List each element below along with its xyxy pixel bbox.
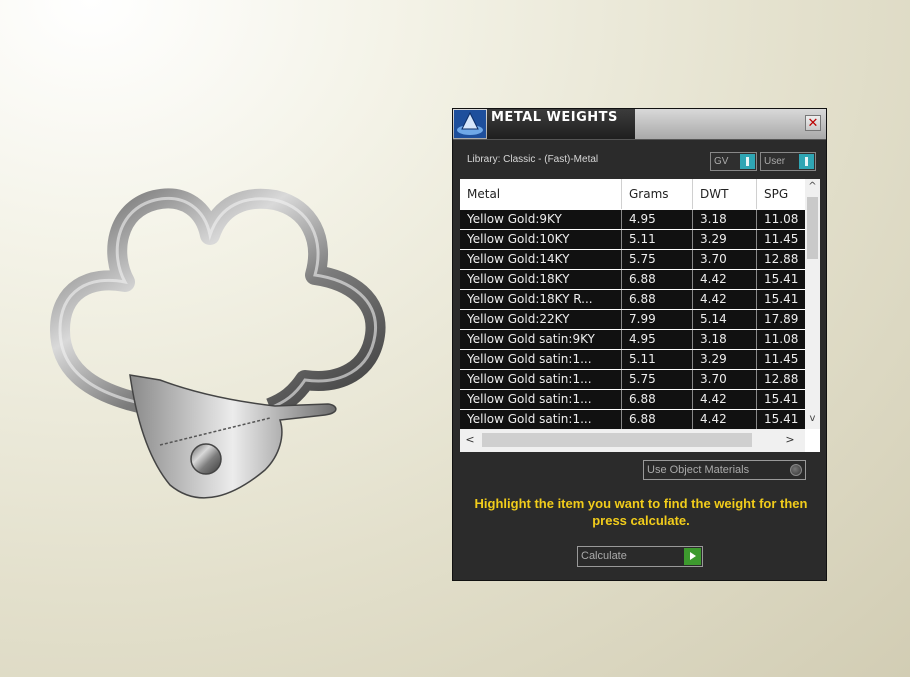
metal-cell: Yellow Gold:9KY: [460, 210, 622, 229]
spg-cell: 11.45: [764, 352, 799, 366]
calculate-label: Calculate: [581, 550, 627, 562]
scroll-right-icon[interactable]: >: [782, 432, 798, 448]
table-row[interactable]: Yellow Gold:9KY 4.95 3.18 11.08: [460, 210, 805, 229]
metal-cell: Yellow Gold satin:1...: [460, 390, 622, 409]
metal-table[interactable]: Metal Grams DWT SPG Yellow Gold:9KY 4.95 3…: [460, 179, 820, 452]
table-row[interactable]: Yellow Gold satin:1... 5.75 3.70 12.88: [460, 370, 805, 389]
spg-cell: 15.41: [764, 412, 799, 426]
scroll-thumb[interactable]: [807, 197, 818, 259]
metal-cell: Yellow Gold:14KY: [460, 250, 622, 269]
table-body: Yellow Gold:9KY 4.95 3.18 11.08 Yellow Gold:…: [460, 209, 805, 429]
toggle-on-icon: [740, 154, 755, 169]
scroll-thumb[interactable]: [482, 433, 752, 447]
grams-cell: 6.88: [622, 270, 693, 289]
metal-cell: Yellow Gold:22KY: [460, 310, 622, 329]
grams-cell: 5.11: [622, 350, 693, 369]
spg-cell: 15.41: [764, 272, 799, 286]
scroll-down-icon[interactable]: v: [805, 411, 820, 427]
scroll-up-icon[interactable]: ^: [805, 179, 820, 195]
grams-cell: 5.75: [622, 250, 693, 269]
use-object-materials-toggle[interactable]: Use Object Materials: [643, 460, 806, 480]
column-header-metal[interactable]: Metal: [460, 179, 622, 209]
user-toggle-label: User: [764, 156, 786, 167]
dwt-cell: 3.29: [693, 350, 757, 369]
metal-cell: Yellow Gold satin:9KY: [460, 330, 622, 349]
close-icon[interactable]: ✕: [805, 115, 821, 131]
panel-titlebar[interactable]: METAL WEIGHTS ✕: [453, 109, 826, 140]
calculate-button[interactable]: Calculate: [577, 546, 703, 567]
spg-cell: 12.88: [764, 252, 799, 266]
clover-clasp-model[interactable]: [40, 180, 400, 530]
dwt-cell: 4.42: [693, 390, 757, 409]
grams-cell: 5.11: [622, 230, 693, 249]
grams-cell: 6.88: [622, 390, 693, 409]
panel-title: METAL WEIGHTS: [491, 110, 618, 125]
grams-cell: 5.75: [622, 370, 693, 389]
dwt-cell: 3.70: [693, 370, 757, 389]
table-row[interactable]: Yellow Gold:22KY 7.99 5.14 17.89: [460, 310, 805, 329]
dwt-cell: 4.42: [693, 270, 757, 289]
scroll-left-icon[interactable]: <: [462, 432, 478, 448]
metal-cell: Yellow Gold satin:1...: [460, 370, 622, 389]
grams-cell: 6.88: [622, 410, 693, 429]
grams-cell: 4.95: [622, 330, 693, 349]
gv-toggle-label: GV: [714, 156, 729, 167]
spg-cell: 11.08: [764, 332, 799, 346]
library-label: Library: Classic - (Fast)-Metal: [467, 154, 599, 165]
horizontal-scrollbar[interactable]: < >: [460, 429, 805, 452]
column-header-spg[interactable]: SPG: [757, 179, 805, 209]
grams-cell: 4.95: [622, 210, 693, 229]
metal-cell: Yellow Gold:18KY R...: [460, 290, 622, 309]
spg-cell: 12.88: [764, 372, 799, 386]
metal-weights-panel: METAL WEIGHTS ✕ Library: Classic - (Fast…: [452, 108, 827, 581]
column-header-dwt[interactable]: DWT: [693, 179, 757, 209]
table-row[interactable]: Yellow Gold:10KY 5.11 3.29 11.45: [460, 230, 805, 249]
spg-cell: 11.08: [764, 212, 799, 226]
dwt-cell: 3.18: [693, 330, 757, 349]
table-row[interactable]: Yellow Gold:14KY 5.75 3.70 12.88: [460, 250, 805, 269]
gv-toggle[interactable]: GV: [710, 152, 757, 171]
spg-cell: 17.89: [764, 312, 799, 326]
rhino-gold-logo-icon: [454, 110, 486, 138]
spg-cell: 15.41: [764, 392, 799, 406]
column-header-grams[interactable]: Grams: [622, 179, 693, 209]
spg-cell: 11.45: [764, 232, 799, 246]
grams-cell: 7.99: [622, 310, 693, 329]
dwt-cell: 3.29: [693, 230, 757, 249]
metal-cell: Yellow Gold:18KY: [460, 270, 622, 289]
table-row[interactable]: Yellow Gold:18KY 6.88 4.42 15.41: [460, 270, 805, 289]
table-row[interactable]: Yellow Gold:18KY R... 6.88 4.42 15.41: [460, 290, 805, 309]
metal-cell: Yellow Gold:10KY: [460, 230, 622, 249]
dwt-cell: 4.42: [693, 410, 757, 429]
table-row[interactable]: Yellow Gold satin:1... 6.88 4.42 15.41: [460, 410, 805, 429]
table-row[interactable]: Yellow Gold satin:1... 5.11 3.29 11.45: [460, 350, 805, 369]
table-header: Metal Grams DWT SPG: [460, 179, 805, 209]
toggle-on-icon: [799, 154, 814, 169]
spg-cell: 15.41: [764, 292, 799, 306]
instruction-text: Highlight the item you want to find the …: [474, 496, 808, 528]
user-toggle[interactable]: User: [760, 152, 816, 171]
metal-cell: Yellow Gold satin:1...: [460, 350, 622, 369]
table-row[interactable]: Yellow Gold satin:9KY 4.95 3.18 11.08: [460, 330, 805, 349]
vertical-scrollbar[interactable]: ^ v: [805, 179, 820, 429]
dwt-cell: 3.18: [693, 210, 757, 229]
dwt-cell: 4.42: [693, 290, 757, 309]
dwt-cell: 3.70: [693, 250, 757, 269]
grams-cell: 6.88: [622, 290, 693, 309]
use-object-materials-label: Use Object Materials: [647, 464, 750, 476]
play-arrow-icon[interactable]: [684, 548, 701, 565]
dwt-cell: 5.14: [693, 310, 757, 329]
table-row[interactable]: Yellow Gold satin:1... 6.88 4.42 15.41: [460, 390, 805, 409]
metal-cell: Yellow Gold satin:1...: [460, 410, 622, 429]
radio-icon[interactable]: [790, 464, 802, 476]
